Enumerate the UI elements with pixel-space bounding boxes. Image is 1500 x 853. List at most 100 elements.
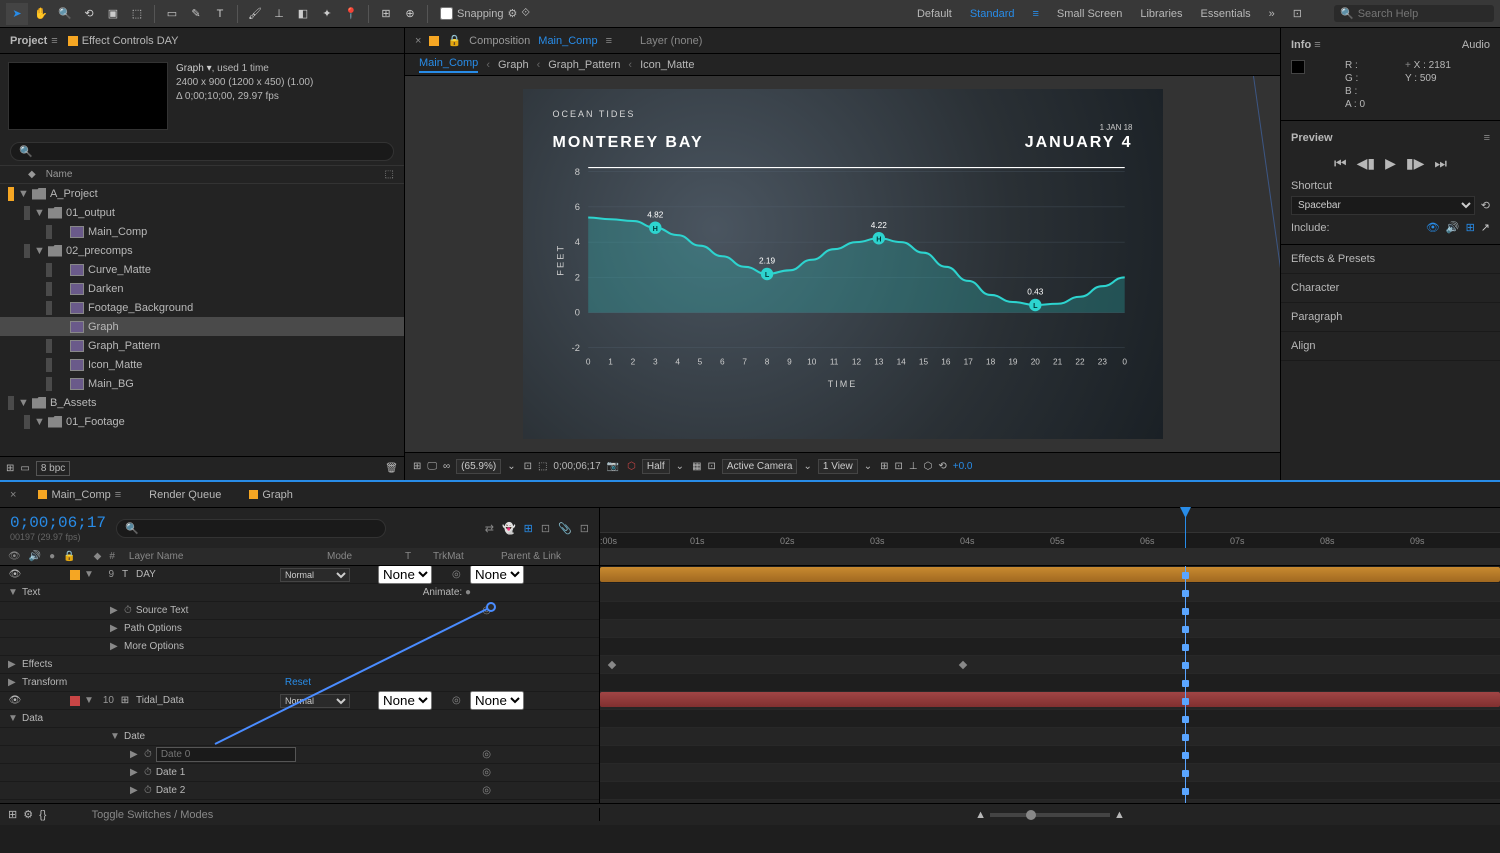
roto-tool[interactable]: ✦: [316, 3, 338, 25]
layer-row[interactable]: ▼Data: [0, 710, 599, 728]
tl-brackets-icon[interactable]: {}: [39, 809, 46, 821]
selection-tool[interactable]: ➤: [6, 3, 28, 25]
tl-shy-icon[interactable]: 👻: [502, 522, 516, 535]
layer-row[interactable]: ▶TransformReset: [0, 674, 599, 692]
workspace-menu-icon[interactable]: ≡: [1032, 8, 1038, 20]
timeline-tab-graph[interactable]: Graph: [243, 485, 299, 505]
camera-dropdown[interactable]: Active Camera: [722, 459, 798, 474]
lock-col-icon[interactable]: 🔒: [63, 551, 75, 562]
crumb-graph-pattern[interactable]: Graph_Pattern: [548, 59, 620, 71]
puppet-tool[interactable]: 📍: [340, 3, 362, 25]
tl-comp-mini-flowchart-icon[interactable]: ⇄: [485, 522, 494, 535]
lock-icon[interactable]: 🔒: [447, 34, 461, 47]
tree-item-curve-matte[interactable]: Curve_Matte: [0, 260, 404, 279]
search-help-input[interactable]: [1358, 8, 1488, 20]
toggle-switches-modes-button[interactable]: Toggle Switches / Modes: [52, 809, 252, 821]
rectangle-tool[interactable]: ▭: [161, 3, 183, 25]
close-timeline-tab-icon[interactable]: ×: [10, 489, 16, 501]
region-icon[interactable]: ⬚: [538, 461, 547, 472]
trash-icon[interactable]: 🗑: [385, 463, 398, 474]
project-search[interactable]: 🔍: [10, 142, 394, 161]
pixel-aspect-icon[interactable]: ⊞: [880, 461, 888, 472]
tl-motion-blur-icon[interactable]: ⊡: [541, 522, 550, 535]
workspace-small-screen[interactable]: Small Screen: [1057, 8, 1122, 20]
crumb-graph[interactable]: Graph: [498, 59, 529, 71]
comp-menu-icon[interactable]: ≡: [606, 35, 612, 47]
workspace-essentials[interactable]: Essentials: [1201, 8, 1251, 20]
layer-row[interactable]: ▶⏱Date 2◎: [0, 782, 599, 800]
layer-row[interactable]: 👁▼9TDAYNormalNone◎None: [0, 566, 599, 584]
prev-frame-icon[interactable]: ◀▮: [1357, 155, 1375, 172]
clone-tool[interactable]: ⊥: [268, 3, 290, 25]
snapping-checkbox[interactable]: [440, 7, 453, 20]
project-tree[interactable]: ▼A_Project▼01_outputMain_Comp▼02_precomp…: [0, 184, 404, 456]
timeline-search-input[interactable]: [139, 523, 377, 534]
column-label-icon[interactable]: ⬚: [385, 169, 394, 180]
current-timecode[interactable]: 0;00;06;17: [10, 514, 106, 532]
info-panel-title[interactable]: Info: [1291, 39, 1311, 51]
flowchart-icon[interactable]: ⬡: [924, 461, 933, 472]
zoom-out-icon[interactable]: ▲: [975, 809, 986, 821]
tl-frame-blend-icon[interactable]: ⊞: [524, 522, 533, 535]
workspace-standard[interactable]: Standard: [970, 8, 1015, 20]
rotation-tool[interactable]: ⟲: [78, 3, 100, 25]
go-to-start-icon[interactable]: ⏮: [1334, 155, 1347, 172]
layer-row[interactable]: 👁▼10⊞Tidal_DataNormalNone◎None: [0, 692, 599, 710]
tree-item-01-footage[interactable]: ▼01_Footage: [0, 412, 404, 431]
layer-row[interactable]: ▶Path Options: [0, 620, 599, 638]
hand-tool[interactable]: ✋: [30, 3, 52, 25]
axis-world-icon[interactable]: ⊕: [399, 3, 421, 25]
layer-none-label[interactable]: Layer (none): [640, 35, 702, 47]
eraser-tool[interactable]: ◧: [292, 3, 314, 25]
interpret-footage-icon[interactable]: ⊞: [6, 463, 14, 474]
layer-row[interactable]: ▼Date: [0, 728, 599, 746]
paragraph-panel[interactable]: Paragraph: [1281, 303, 1500, 332]
audio-panel-title[interactable]: Audio: [1462, 39, 1490, 51]
timeline-track-area[interactable]: [600, 566, 1500, 803]
exposure-value[interactable]: +0.0: [953, 461, 973, 472]
zoom-tool[interactable]: 🔍: [54, 3, 76, 25]
search-help-box[interactable]: 🔍: [1334, 5, 1494, 22]
tl-toggle-switches-icon[interactable]: ⚙: [23, 808, 33, 821]
character-panel[interactable]: Character: [1281, 274, 1500, 303]
timeline-layer-list[interactable]: 👁▼9TDAYNormalNone◎None▼TextAnimate: ●▶⏱S…: [0, 566, 600, 803]
audio-col-icon[interactable]: 🔊: [29, 551, 41, 562]
layer-row[interactable]: ▶Effects: [0, 656, 599, 674]
pan-behind-tool[interactable]: ⬚: [126, 3, 148, 25]
include-video-icon[interactable]: 👁: [1426, 221, 1440, 234]
timeline-tab-render-queue[interactable]: Render Queue: [143, 485, 227, 505]
column-name-header[interactable]: Name: [46, 169, 73, 180]
axis-local-icon[interactable]: ⊞: [375, 3, 397, 25]
resolution-icon[interactable]: ⊡: [524, 461, 532, 472]
timeline-tab-main-comp[interactable]: Main_Comp ≡: [32, 485, 127, 505]
tree-item-b-assets[interactable]: ▼B_Assets: [0, 393, 404, 412]
workspace-overflow-icon[interactable]: »: [1269, 8, 1275, 20]
layer-row[interactable]: ▶⏱Date 3◎: [0, 800, 599, 803]
include-loop-icon[interactable]: ↗: [1481, 221, 1490, 234]
pen-tool[interactable]: ✎: [185, 3, 207, 25]
composition-viewer[interactable]: OCEAN TIDES MONTEREY BAY 1 JAN 18 JANUAR…: [405, 76, 1280, 452]
bpc-toggle[interactable]: 8 bpc: [36, 461, 70, 476]
shortcut-dropdown[interactable]: Spacebar: [1291, 196, 1475, 215]
snapping-options-icon[interactable]: ⚙: [508, 7, 518, 20]
mask-icon[interactable]: ∞: [443, 461, 450, 472]
align-panel[interactable]: Align: [1281, 332, 1500, 361]
reset-shortcut-icon[interactable]: ⟲: [1481, 199, 1490, 212]
timeline-search[interactable]: 🔍: [116, 519, 386, 538]
workspace-libraries[interactable]: Libraries: [1140, 8, 1182, 20]
tree-item-icon-matte[interactable]: Icon_Matte: [0, 355, 404, 374]
fast-preview-icon[interactable]: ⊡: [895, 461, 903, 472]
layer-row[interactable]: ▶⏱Date 1◎: [0, 764, 599, 782]
tl-brainstorm-icon[interactable]: ⊡: [580, 522, 589, 535]
snapshot-icon[interactable]: 📷: [607, 461, 619, 472]
col-trkmat[interactable]: TrkMat: [433, 551, 493, 562]
project-search-input[interactable]: [37, 146, 385, 158]
play-icon[interactable]: ▶: [1385, 155, 1396, 172]
grid-icon[interactable]: ⊞: [413, 461, 421, 472]
tab-project[interactable]: Project ≡: [10, 35, 58, 47]
workspace-reset-icon[interactable]: ⊡: [1293, 7, 1302, 20]
include-overlays-icon[interactable]: ⊞: [1466, 221, 1475, 234]
crumb-icon-matte[interactable]: Icon_Matte: [640, 59, 694, 71]
3d-icon[interactable]: ⊡: [708, 461, 716, 472]
timeline-icon[interactable]: ⊥: [909, 461, 918, 472]
